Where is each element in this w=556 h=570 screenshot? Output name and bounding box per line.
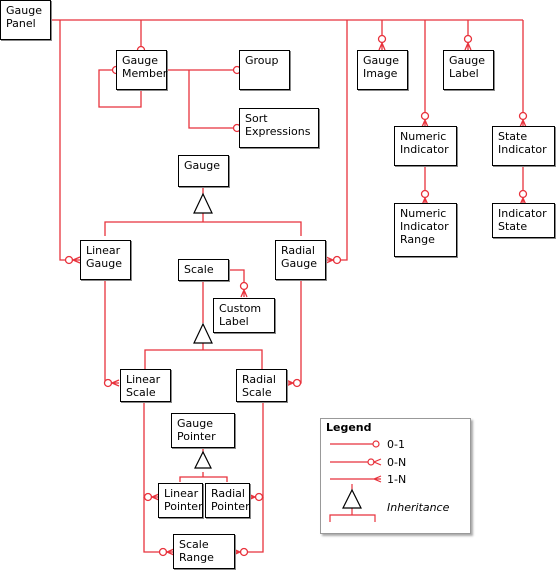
entity-numeric-indicator-range[interactable]: Numeric Indicator Range <box>394 203 457 257</box>
lscale-to-lpointer-line <box>143 401 149 498</box>
zero-many-marker <box>247 492 264 502</box>
zero-many-marker <box>377 34 387 51</box>
entity-label: Group <box>245 54 279 67</box>
lgauge-to-lscale-line <box>104 280 111 384</box>
rscale-to-rpointer-line <box>258 401 264 498</box>
entity-label: Radial Pointer <box>211 487 250 513</box>
entity-gauge[interactable]: Gauge <box>178 155 229 187</box>
entity-label: Custom Label <box>219 302 262 328</box>
entity-label: Linear Gauge <box>86 244 122 270</box>
entity-linear-scale[interactable]: Linear Scale <box>120 369 171 402</box>
panel-to-radial-gauge-line <box>340 20 348 261</box>
entity-label: Gauge Member <box>122 54 168 80</box>
legend-label-inheritance: Inheritance <box>387 501 450 514</box>
legend-label-1-n: 1-N <box>387 473 407 486</box>
entity-scale-range[interactable]: Scale Range <box>173 534 235 569</box>
gauge-inherit-bracket <box>104 213 302 236</box>
entity-sort-expressions[interactable]: Sort Expressions <box>239 108 319 148</box>
entity-gauge-panel[interactable]: Gauge Panel <box>0 0 51 40</box>
entity-label: Numeric Indicator Range <box>400 207 449 246</box>
entity-numeric-indicator[interactable]: Numeric Indicator <box>394 126 457 166</box>
entity-label: Numeric Indicator <box>400 130 449 156</box>
zero-many-marker <box>518 111 528 128</box>
zero-one-symbol <box>330 440 380 448</box>
zero-many-marker <box>103 378 120 388</box>
zero-many-marker <box>239 281 249 298</box>
entity-label: Gauge Pointer <box>177 417 216 443</box>
entity-linear-gauge[interactable]: Linear Gauge <box>80 240 131 280</box>
scale-inherit-bracket <box>144 343 263 369</box>
entity-gauge-member[interactable]: Gauge Member <box>116 50 167 90</box>
zero-many-marker <box>463 34 473 51</box>
panel-to-linear-gauge-line <box>59 20 66 261</box>
legend-label-0-n: 0-N <box>387 456 407 469</box>
zero-many-marker <box>158 547 175 557</box>
entity-label: Linear Pointer <box>164 487 203 513</box>
entity-label: Gauge <box>184 159 220 172</box>
entity-gauge-label[interactable]: Gauge Label <box>443 50 494 90</box>
zero-many-marker <box>325 255 342 265</box>
entity-label: Gauge Image <box>363 54 399 80</box>
member-to-sort-line <box>188 70 234 129</box>
inheritance-triangle <box>193 322 213 344</box>
entity-radial-pointer[interactable]: Radial Pointer <box>205 483 250 518</box>
entity-gauge-image[interactable]: Gauge Image <box>357 50 408 90</box>
legend-label-0-1: 0-1 <box>387 438 405 451</box>
entity-scale[interactable]: Scale <box>178 259 229 281</box>
inheritance-triangle <box>193 192 213 214</box>
entity-label: Radial Scale <box>242 373 276 399</box>
inheritance-triangle <box>194 450 212 469</box>
pointer-inherit-bracket <box>179 472 228 482</box>
entity-custom-label[interactable]: Custom Label <box>213 298 275 333</box>
zero-many-marker <box>420 111 430 128</box>
one-many-symbol <box>330 475 382 483</box>
entity-label: Scale <box>184 263 214 276</box>
entity-label: Gauge Panel <box>6 4 42 30</box>
entity-label: Indicator State <box>498 207 547 233</box>
entity-state-indicator[interactable]: State Indicator <box>492 126 555 166</box>
zero-many-marker <box>232 547 249 557</box>
entity-label: Sort Expressions <box>245 112 311 138</box>
entity-linear-pointer[interactable]: Linear Pointer <box>158 483 203 518</box>
zero-many-marker <box>285 378 302 388</box>
entity-group[interactable]: Group <box>239 50 290 90</box>
entity-indicator-state[interactable]: Indicator State <box>492 203 555 238</box>
legend: Legend 0-1 0-N 1-N Inheritance <box>320 418 471 534</box>
entity-radial-gauge[interactable]: Radial Gauge <box>275 240 326 280</box>
zero-many-marker <box>64 255 81 265</box>
zero-many-symbol <box>330 458 382 466</box>
entity-label: Scale Range <box>179 538 214 564</box>
rgauge-to-rscale-line <box>294 280 302 384</box>
entity-label: Radial Gauge <box>281 244 317 270</box>
entity-label: Gauge Label <box>449 54 485 80</box>
entity-gauge-pointer[interactable]: Gauge Pointer <box>171 413 235 448</box>
entity-label: State Indicator <box>498 130 547 156</box>
inheritance-triangle <box>342 488 362 509</box>
zero-many-marker <box>143 492 160 502</box>
entity-label: Linear Scale <box>126 373 161 399</box>
entity-radial-scale[interactable]: Radial Scale <box>236 369 287 402</box>
